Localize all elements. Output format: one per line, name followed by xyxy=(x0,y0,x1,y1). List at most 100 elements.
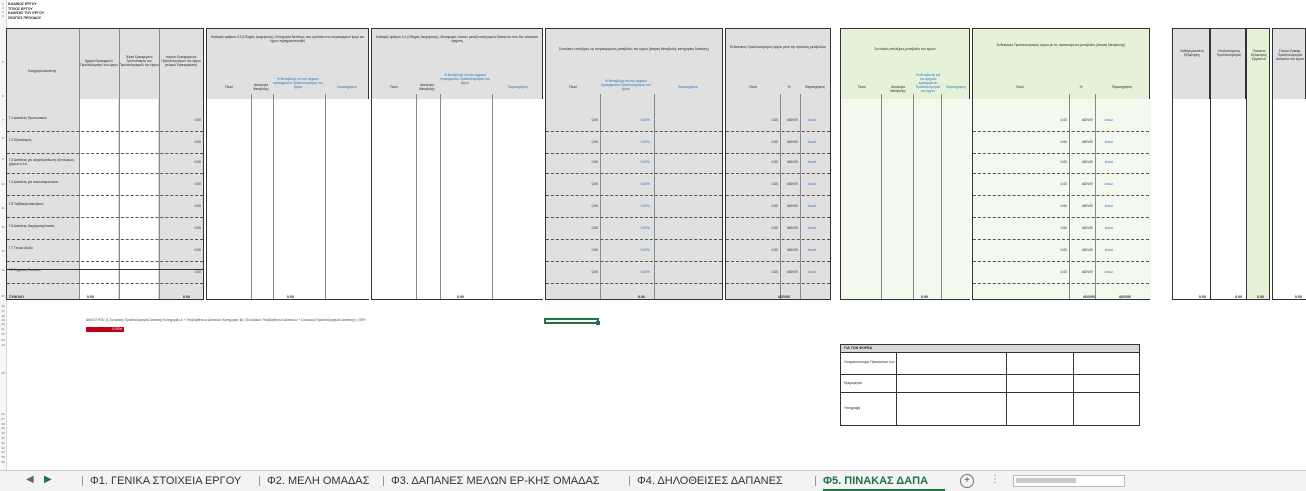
category-total[interactable]: 0.00 xyxy=(177,204,201,208)
amount-cell[interactable]: 0.00 xyxy=(576,140,598,144)
section-proposed-changes[interactable]: Συνολικές επιλεξιμες μεταβολές του έργου… xyxy=(840,28,971,300)
remarks-link[interactable]: Αιτιολ xyxy=(1097,118,1113,122)
pct-cell[interactable]: 0.00% xyxy=(626,204,650,208)
amount-cell[interactable]: 0.00 xyxy=(576,204,598,208)
tab-declared-expenses[interactable]: Φ4. ΔΗΛΟΘΕΙΣΕΣ ΔΑΠΑΝΕΣ xyxy=(637,473,809,489)
amount-cell[interactable]: 0.00 xyxy=(1043,204,1067,208)
amount-cell[interactable]: 0.00 xyxy=(756,182,778,186)
remarks-link[interactable]: Αιτιολ xyxy=(1097,182,1113,186)
pct-cell[interactable]: 0.00% xyxy=(626,118,650,122)
pct-cell[interactable]: #DIV/0! xyxy=(1071,140,1093,144)
pct-cell[interactable]: #DIV/0! xyxy=(781,204,798,208)
amount-cell[interactable]: 0.00 xyxy=(1043,248,1067,252)
category-total[interactable]: 0.00 xyxy=(177,160,201,164)
pct-cell[interactable]: #DIV/0! xyxy=(1071,182,1093,186)
selected-cell[interactable] xyxy=(544,318,600,325)
category-total[interactable]: 0.00 xyxy=(177,140,201,144)
pct-cell[interactable]: #DIV/0! xyxy=(781,248,798,252)
prev-sheet-icon[interactable]: ◀ xyxy=(26,474,34,485)
amount-cell[interactable]: 0.00 xyxy=(576,248,598,252)
total-approved-cells[interactable] xyxy=(1273,99,1306,299)
amount-cell[interactable]: 0.00 xyxy=(756,160,778,164)
section-indicative-budget[interactable]: Ενδεικτικός Προϋπολογισμός έργου μετά τη… xyxy=(725,28,831,300)
pct-cell[interactable]: 0.00% xyxy=(626,160,650,164)
amount-cell[interactable]: 0.00 xyxy=(576,270,598,274)
tab-general-info[interactable]: Φ1. ΓΕΝΙΚΑ ΣΤΟΙΧΕΙΑ ΕΡΓΟΥ xyxy=(90,473,256,489)
more-options-icon[interactable]: ⋮ xyxy=(990,474,1000,485)
section-remaining-budget[interactable]: Υπολοιπόμενος Προϋπολογισμός 0.00 xyxy=(1210,28,1247,300)
section-proposed-changes-cells[interactable] xyxy=(841,99,971,299)
pct-cell[interactable]: #DIV/0! xyxy=(1071,118,1093,122)
pct-cell[interactable]: 0.00% xyxy=(626,270,650,274)
category-total[interactable]: 0.00 xyxy=(177,270,201,274)
section-art34[interactable]: Καθαρές άρθρου 3.4 (Οδηγίες Διαχείρισης)… xyxy=(371,28,544,300)
amount-cell[interactable]: 0.00 xyxy=(576,182,598,186)
remarks-link[interactable]: Αιτιολ xyxy=(1097,226,1113,230)
amount-cell[interactable]: 0.00 xyxy=(576,226,598,230)
tab-team-members[interactable]: Φ2. ΜΕΛΗ ΟΜΑΔΑΣ xyxy=(267,473,377,489)
pct-cell[interactable]: #DIV/0! xyxy=(1071,160,1093,164)
net-payment-cells[interactable] xyxy=(1173,99,1211,299)
category-total[interactable]: 0.00 xyxy=(177,182,201,186)
pct-cell[interactable]: #DIV/0! xyxy=(781,182,798,186)
amount-cell[interactable]: 0.00 xyxy=(756,270,778,274)
remarks-link[interactable]: Αιτιολ xyxy=(802,182,816,186)
remarks-link[interactable]: Αιτιολ xyxy=(1097,248,1113,252)
remarks-link[interactable]: Αιτιολ xyxy=(1097,204,1113,208)
amount-cell[interactable]: 0.00 xyxy=(756,140,778,144)
pct-cell[interactable]: 0.00% xyxy=(626,182,650,186)
remarks-link[interactable]: Αιτιολ xyxy=(802,140,816,144)
remarks-link[interactable]: Αιτιολ xyxy=(1097,270,1113,274)
pct-cell[interactable]: #DIV/0! xyxy=(1071,226,1093,230)
remarks-link[interactable]: Αιτιολ xyxy=(802,204,816,208)
remarks-link[interactable]: Αιτιολ xyxy=(802,248,816,252)
remarks-link[interactable]: Αιτιολ xyxy=(802,118,816,122)
section-budget-with-changes-cells[interactable] xyxy=(973,99,1151,299)
category-total[interactable]: 0.00 xyxy=(177,226,201,230)
remarks-link[interactable]: Αιτιολ xyxy=(1097,160,1113,164)
pct-cell[interactable]: #DIV/0! xyxy=(781,118,798,122)
amount-cell[interactable]: 0.00 xyxy=(1043,226,1067,230)
remarks-link[interactable]: Αιτιολ xyxy=(802,270,816,274)
scroll-thumb[interactable] xyxy=(1016,478,1076,483)
tab-member-expenses[interactable]: Φ3. ΔΑΠΑΝΕΣ ΜΕΛΩΝ ΕΡ-ΚΗΣ ΟΜΑΔΑΣ xyxy=(391,473,623,489)
section-total-approved[interactable]: Σύνολο Εγκεκρ. Προϋπολογισμού Δαπανών το… xyxy=(1272,28,1306,300)
next-sheet-icon[interactable]: ▶ xyxy=(44,474,52,485)
section-total-changes[interactable]: Συνολικές επιλεξιμες ως ενεγκεκριμένες μ… xyxy=(545,28,723,300)
budget-block[interactable]: Κατηγορία Δαπάνης Αρχικό Εγκεκριμένο Προ… xyxy=(6,28,204,300)
amount-cell[interactable]: 0.00 xyxy=(576,118,598,122)
amount-cell[interactable]: 0.00 xyxy=(576,160,598,164)
add-sheet-icon[interactable]: + xyxy=(960,474,974,488)
sheet-tab-bar[interactable]: ◀ ▶ Φ1. ΓΕΝΙΚΑ ΣΤΟΙΧΕΙΑ ΕΡΓΟΥ Φ2. ΜΕΛΗ Ο… xyxy=(0,470,1306,491)
pct-cell[interactable]: #DIV/0! xyxy=(1071,248,1093,252)
tab-expense-table[interactable]: Φ5. ΠΙΝΑΚΑΣ ΔΑΠΑ xyxy=(823,473,945,491)
amount-cell[interactable]: 0.00 xyxy=(756,226,778,230)
pct-cell[interactable]: #DIV/0! xyxy=(781,140,798,144)
signature-table[interactable]: ΓΙΑ ΤΟΝ ΦΟΡΕΑ Ονοματεπώνυμο Προσώπου/ Ιω… xyxy=(840,344,1140,426)
amount-cell[interactable]: 0.00 xyxy=(756,248,778,252)
amount-cell[interactable]: 0.00 xyxy=(756,204,778,208)
pct-cell[interactable]: #DIV/0! xyxy=(781,226,798,230)
remaining-budget-cells[interactable] xyxy=(1211,99,1247,299)
signature-row-date[interactable]: Ημερομηνία xyxy=(841,374,1139,393)
section-budget-with-changes[interactable]: Ενδεικτικός Προϋπολογισμός έργου με τις … xyxy=(972,28,1151,300)
section-art33[interactable]: Καθαρές άρθρου 3.3 (Οδηγίες Διαχείρισης)… xyxy=(206,28,370,300)
category-total[interactable]: 0.00 xyxy=(177,118,201,122)
pct-cell[interactable]: 0.00% xyxy=(626,248,650,252)
horizontal-scrollbar[interactable] xyxy=(1013,475,1125,487)
pct-cell[interactable]: #DIV/0! xyxy=(781,160,798,164)
section-net-payment[interactable]: Καθαρή Δαπάνη Εξόφλησης 0.00 xyxy=(1172,28,1211,300)
signature-row-name[interactable]: Ονοματεπώνυμο Προσώπου/ Ιων xyxy=(841,352,1139,375)
category-total[interactable]: 0.00 xyxy=(177,248,201,252)
signature-row-sign[interactable]: Υπογραφή xyxy=(841,392,1139,426)
remarks-link[interactable]: Αιτιολ xyxy=(1097,140,1113,144)
ratio-cell[interactable]: 0.00% xyxy=(86,327,124,332)
spreadsheet-grid[interactable]: ΚΩΔΙΚΟΣ ΕΡΓΟΥ ΤΙΤΛΟΣ ΕΡΓΟΥ ΚΑΘ/ΣΗΣ ΤΟΥ Ε… xyxy=(6,0,1306,470)
amount-cell[interactable]: 0.00 xyxy=(1043,140,1067,144)
amount-cell[interactable]: 0.00 xyxy=(756,118,778,122)
amount-cell[interactable]: 0.00 xyxy=(1043,160,1067,164)
pct-cell[interactable]: 0.00% xyxy=(626,140,650,144)
section-art34-cells[interactable] xyxy=(372,99,544,299)
section-payment-pct[interactable]: Ποσοστό Εξόφλησης Εργασιών 0.00 xyxy=(1246,28,1270,300)
pct-cell[interactable]: #DIV/0! xyxy=(1071,270,1093,274)
